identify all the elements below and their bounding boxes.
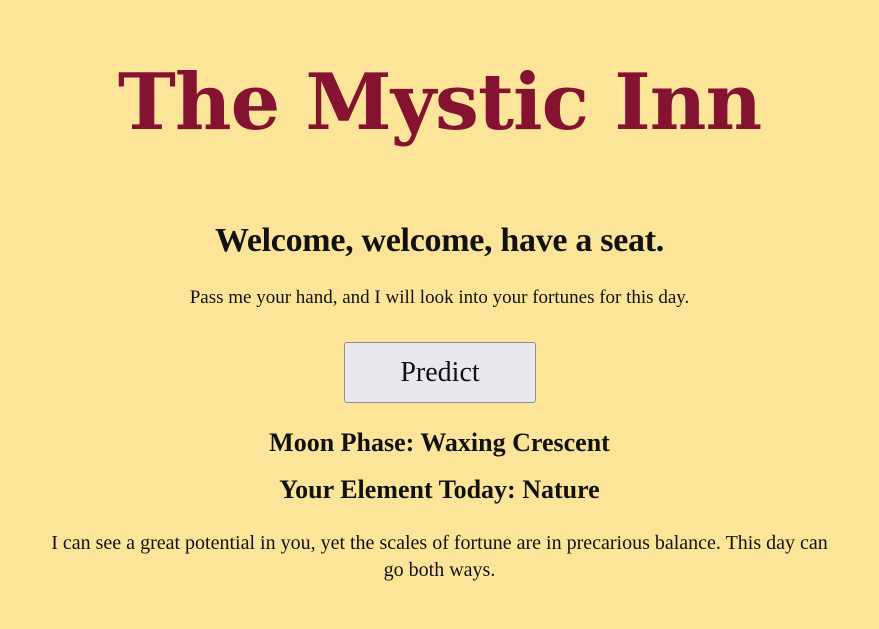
element-heading: Your Element Today: Nature — [279, 475, 600, 504]
welcome-heading: Welcome, welcome, have a seat. — [215, 222, 664, 259]
fortune-text: I can see a great potential in you, yet … — [51, 532, 828, 581]
predict-button[interactable]: Predict — [344, 342, 536, 403]
moon-phase-heading: Moon Phase: Waxing Crescent — [269, 428, 610, 457]
intro-text: Pass me your hand, and I will look into … — [189, 287, 690, 308]
page-title: The Mystic Inn — [117, 57, 762, 148]
